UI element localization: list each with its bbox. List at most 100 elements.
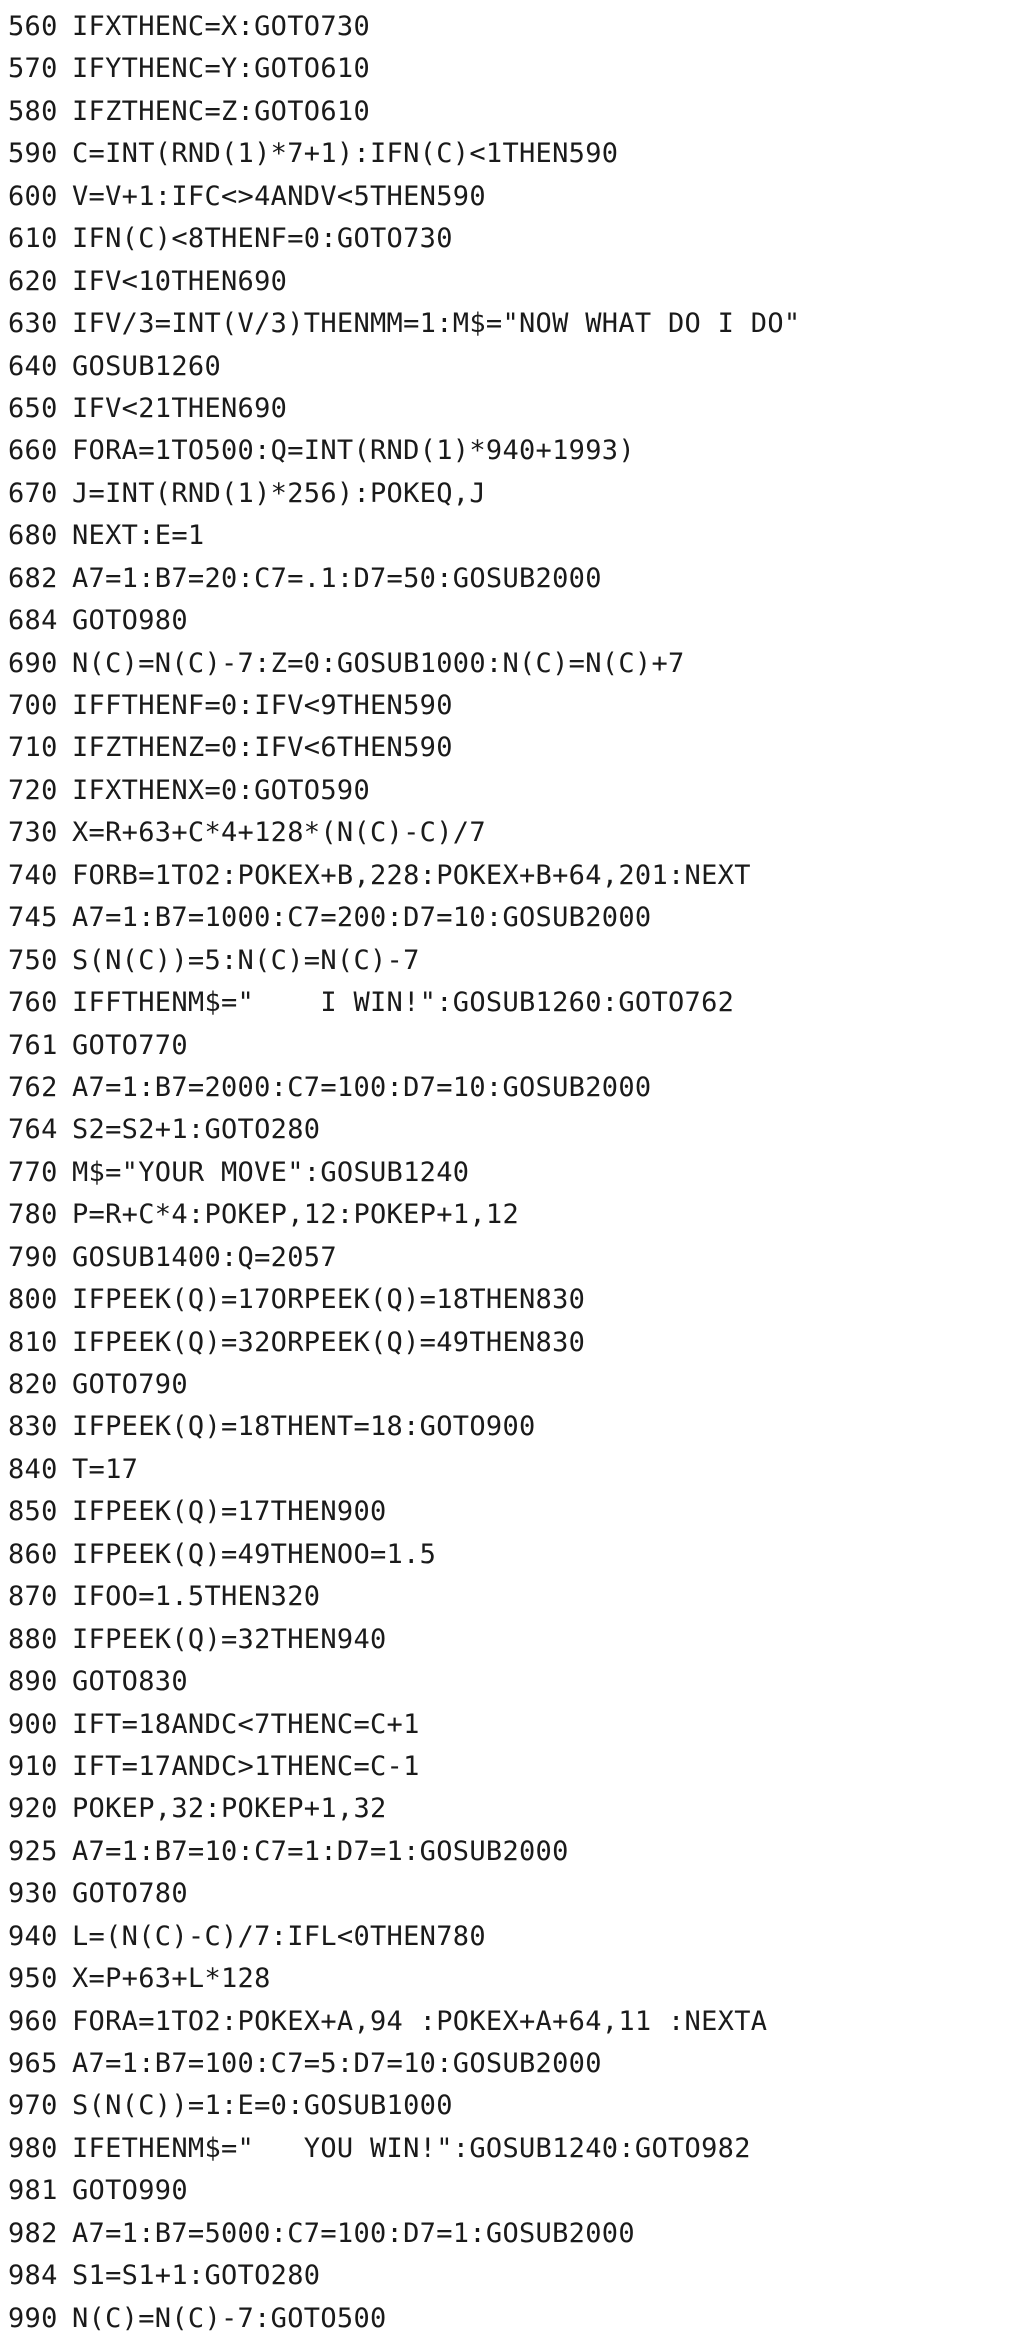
code-line: 982 A7=1:B7=5000:C7=100:D7=1:GOSUB2000 xyxy=(8,2213,1020,2255)
basic-statement: IFOO=1.5THEN320 xyxy=(72,1581,321,1613)
line-number: 640 xyxy=(8,350,58,382)
code-line: 690 N(C)=N(C)-7:Z=0:GOSUB1000:N(C)=N(C)+7 xyxy=(8,643,1020,685)
basic-statement: GOSUB1260 xyxy=(72,350,221,382)
line-number: 910 xyxy=(8,1750,58,1782)
line-number: 940 xyxy=(8,1920,58,1952)
basic-statement: A7=1:B7=10:C7=1:D7=1:GOSUB2000 xyxy=(72,1835,569,1867)
basic-statement: IFFTHENF=0:IFV<9THEN590 xyxy=(72,690,453,721)
basic-statement: FORB=1TO2:POKEX+B,228:POKEX+B+64,201:NEX… xyxy=(72,859,751,891)
line-number: 981 xyxy=(8,2175,58,2207)
basic-statement: GOTO980 xyxy=(72,605,188,637)
basic-statement: GOTO830 xyxy=(72,1666,188,1698)
basic-statement: IFV<10THEN690 xyxy=(72,265,288,297)
code-line: 981 GOTO990 xyxy=(8,2170,1020,2212)
basic-statement: S(N(C))=1:E=0:GOSUB1000 xyxy=(72,2090,453,2122)
code-line: 890 GOTO830 xyxy=(8,1661,1020,1703)
basic-statement: N(C)=N(C)-7:GOTO500 xyxy=(72,2302,387,2334)
basic-statement: C=INT(RND(1)*7+1):IFN(C)<1THEN590 xyxy=(72,138,619,170)
line-number: 560 xyxy=(8,11,58,42)
code-line: 650 IFV<21THEN690 xyxy=(8,388,1020,430)
line-number: 580 xyxy=(8,95,58,127)
code-line: 570 IFYTHENC=Y:GOTO610 xyxy=(8,48,1020,90)
basic-statement: IFPEEK(Q)=18THENT=18:GOTO900 xyxy=(72,1411,536,1443)
line-number: 740 xyxy=(8,859,58,891)
basic-statement: IFPEEK(Q)=32ORPEEK(Q)=49THEN830 xyxy=(72,1326,586,1358)
basic-statement: GOSUB1400:Q=2057 xyxy=(72,1241,337,1273)
code-line: 870 IFOO=1.5THEN320 xyxy=(8,1576,1020,1618)
line-number: 620 xyxy=(8,265,58,297)
line-number: 965 xyxy=(8,2048,58,2079)
line-number: 762 xyxy=(8,1071,58,1103)
line-number: 650 xyxy=(8,392,58,424)
code-line: 920 POKEP,32:POKEP+1,32 xyxy=(8,1788,1020,1830)
line-number: 982 xyxy=(8,2217,58,2249)
code-line: 984 S1=S1+1:GOTO280 xyxy=(8,2255,1020,2297)
code-line: 940 L=(N(C)-C)/7:IFL<0THEN780 xyxy=(8,1916,1020,1958)
basic-statement: X=R+63+C*4+128*(N(C)-C)/7 xyxy=(72,817,486,849)
line-number: 980 xyxy=(8,2132,58,2164)
code-line: 680 NEXT:E=1 xyxy=(8,515,1020,557)
line-number: 984 xyxy=(8,2260,58,2292)
code-line: 910 IFT=17ANDC>1THENC=C-1 xyxy=(8,1746,1020,1788)
basic-statement: IFZTHENZ=0:IFV<6THEN590 xyxy=(72,732,453,764)
basic-statement: IFV<21THEN690 xyxy=(72,392,288,424)
code-line: 670 J=INT(RND(1)*256):POKEQ,J xyxy=(8,473,1020,515)
line-number: 890 xyxy=(8,1666,58,1698)
line-number: 790 xyxy=(8,1241,58,1273)
code-line: 820 GOTO790 xyxy=(8,1364,1020,1406)
basic-statement: GOTO990 xyxy=(72,2175,188,2207)
basic-statement: M$="YOUR MOVE":GOSUB1240 xyxy=(72,1156,470,1188)
code-line: 700 IFFTHENF=0:IFV<9THEN590 xyxy=(8,685,1020,727)
basic-statement: GOTO770 xyxy=(72,1029,188,1061)
code-line: 960 FORA=1TO2:POKEX+A,94 :POKEX+A+64,11 :… xyxy=(8,2001,1020,2043)
code-line: 730 X=R+63+C*4+128*(N(C)-C)/7 xyxy=(8,812,1020,854)
basic-statement: IFPEEK(Q)=32THEN940 xyxy=(72,1623,387,1655)
code-line: 860 IFPEEK(Q)=49THENOO=1.5 xyxy=(8,1534,1020,1576)
code-line: 900 IFT=18ANDC<7THENC=C+1 xyxy=(8,1704,1020,1746)
basic-statement: IFN(C)<8THENF=0:GOTO730 xyxy=(72,223,453,255)
basic-statement: NEXT:E=1 xyxy=(72,520,205,552)
basic-program-listing: 560 IFXTHENC=X:GOTO730 570 IFYTHENC=Y:GOTO6… xyxy=(8,6,1020,2340)
code-line: 790 GOSUB1400:Q=2057 xyxy=(8,1237,1020,1279)
line-number: 800 xyxy=(8,1284,58,1316)
code-line: 980 IFETHENM$=" YOU WIN!":GOSUB1240:GOTO9… xyxy=(8,2128,1020,2170)
code-line: 965 A7=1:B7=100:C7=5:D7=10:GOSUB2000 xyxy=(8,2043,1020,2085)
basic-statement: IFXTHENC=X:GOTO730 xyxy=(72,11,370,42)
code-line: 684 GOTO980 xyxy=(8,600,1020,642)
code-line: 620 IFV<10THEN690 xyxy=(8,261,1020,303)
code-line: 800 IFPEEK(Q)=17ORPEEK(Q)=18THEN830 xyxy=(8,1279,1020,1321)
code-line: 560 IFXTHENC=X:GOTO730 xyxy=(8,6,1020,48)
basic-statement: A7=1:B7=100:C7=5:D7=10:GOSUB2000 xyxy=(72,2048,602,2079)
line-number: 960 xyxy=(8,2005,58,2037)
line-number: 670 xyxy=(8,477,58,509)
line-number: 761 xyxy=(8,1029,58,1061)
basic-statement: POKEP,32:POKEP+1,32 xyxy=(72,1793,387,1825)
line-number: 690 xyxy=(8,647,58,679)
basic-statement: FORA=1TO2:POKEX+A,94 :POKEX+A+64,11 :NEX… xyxy=(72,2005,768,2037)
line-number: 930 xyxy=(8,1878,58,1910)
line-number: 684 xyxy=(8,605,58,637)
code-line: 640 GOSUB1260 xyxy=(8,346,1020,388)
code-line: 590 C=INT(RND(1)*7+1):IFN(C)<1THEN590 xyxy=(8,133,1020,175)
line-number: 925 xyxy=(8,1835,58,1867)
basic-statement: IFPEEK(Q)=17ORPEEK(Q)=18THEN830 xyxy=(72,1284,586,1316)
line-number: 720 xyxy=(8,774,58,806)
basic-statement: V=V+1:IFC<>4ANDV<5THEN590 xyxy=(72,180,486,212)
line-number: 750 xyxy=(8,944,58,976)
line-number: 780 xyxy=(8,1199,58,1231)
code-line: 745 A7=1:B7=1000:C7=200:D7=10:GOSUB2000 xyxy=(8,897,1020,939)
code-line: 760 IFFTHENM$=" I WIN!":GOSUB1260:GOTO762 xyxy=(8,982,1020,1024)
basic-statement: IFYTHENC=Y:GOTO610 xyxy=(72,53,370,85)
code-line: 925 A7=1:B7=10:C7=1:D7=1:GOSUB2000 xyxy=(8,1831,1020,1873)
basic-statement: A7=1:B7=20:C7=.1:D7=50:GOSUB2000 xyxy=(72,562,602,594)
code-line: 950 X=P+63+L*128 xyxy=(8,1958,1020,2000)
basic-statement: T=17 xyxy=(72,1453,139,1485)
line-number: 600 xyxy=(8,180,58,212)
line-number: 900 xyxy=(8,1708,58,1740)
basic-statement: A7=1:B7=2000:C7=100:D7=10:GOSUB2000 xyxy=(72,1071,652,1103)
basic-statement: IFV/3=INT(V/3)THENMM=1:M$="NOW WHAT DO I… xyxy=(72,308,801,340)
line-number: 970 xyxy=(8,2090,58,2122)
line-number: 660 xyxy=(8,435,58,467)
line-number: 840 xyxy=(8,1453,58,1485)
line-number: 850 xyxy=(8,1496,58,1528)
